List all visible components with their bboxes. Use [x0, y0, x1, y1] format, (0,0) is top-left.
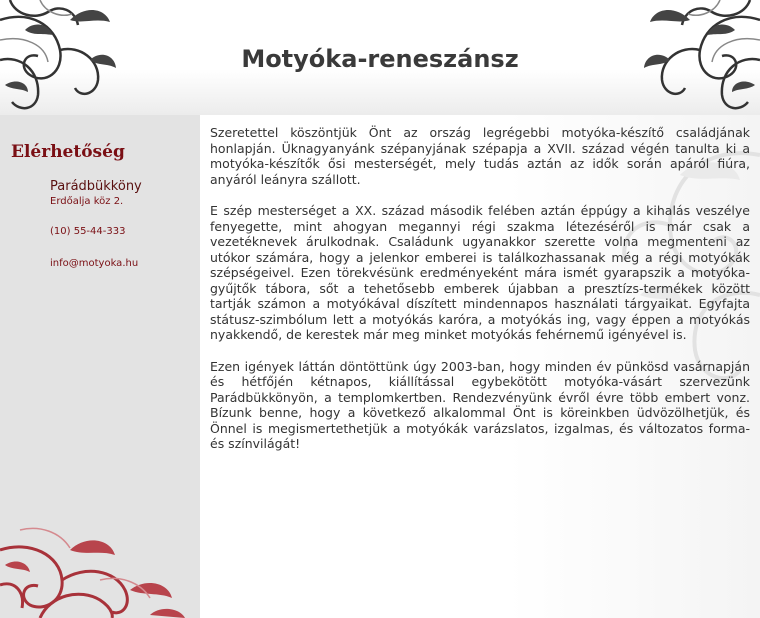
contact-sidebar: Elérhetőség Parádbükköny Erdőalja köz 2.…	[0, 115, 200, 618]
main-content: Szeretettel köszöntjük Önt az ország leg…	[200, 115, 760, 618]
address-town: Parádbükköny	[50, 179, 142, 194]
phone-number: (10) 55-44-333	[50, 226, 126, 237]
page-title: Motyóka-reneszánsz	[241, 45, 519, 73]
ornament-bottom-left	[0, 527, 185, 618]
history-paragraph: E szép mesterséget a XX. század második …	[210, 203, 750, 342]
intro-paragraph: Szeretettel köszöntjük Önt az ország leg…	[210, 125, 750, 187]
email-address[interactable]: info@motyoka.hu	[50, 258, 138, 269]
address-street: Erdőalja köz 2.	[50, 196, 124, 207]
event-paragraph: Ezen igények láttán döntöttünk úgy 2003-…	[210, 358, 750, 452]
contact-heading: Elérhetőség	[11, 142, 125, 162]
site-header: Motyóka-reneszánsz	[0, 0, 760, 115]
content-text: Szeretettel köszöntjük Önt az ország leg…	[210, 125, 750, 468]
